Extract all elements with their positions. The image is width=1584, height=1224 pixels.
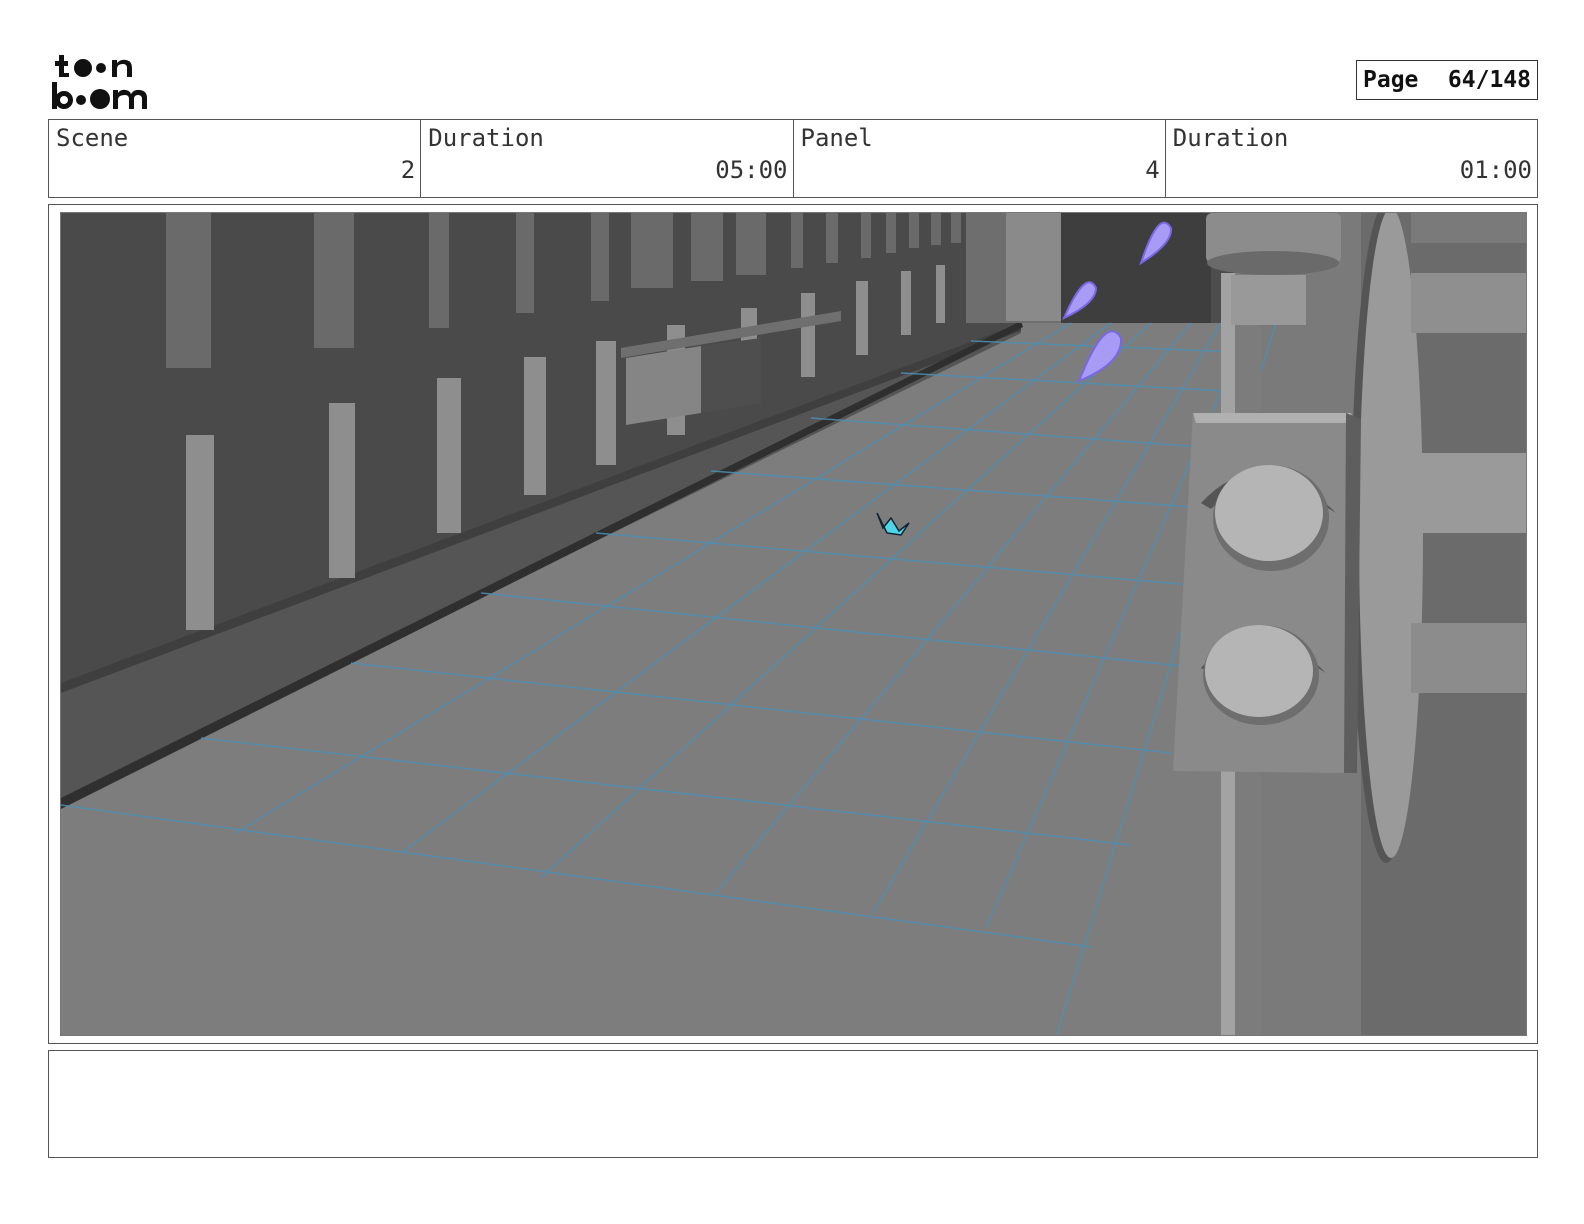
scene-value: 2 — [400, 156, 416, 184]
panel-cell: Panel 4 — [794, 120, 1166, 197]
scene-duration-label: Duration — [428, 124, 544, 152]
page-counter: Page 64/148 — [1356, 60, 1538, 100]
scene-duration-value: 05:00 — [715, 156, 788, 184]
panel-label: Panel — [800, 124, 873, 152]
scene-label: Scene — [56, 124, 129, 152]
toon-boom-logo — [52, 55, 147, 109]
scene-duration-cell: Duration 05:00 — [421, 120, 794, 197]
storyboard-3d-scene — [61, 213, 1526, 1035]
scene-cell: Scene 2 — [49, 120, 422, 197]
panel-notes-box — [48, 1050, 1538, 1158]
panel-artwork — [60, 212, 1527, 1036]
panel-value: 4 — [1145, 156, 1160, 184]
page-number: 64/148 — [1447, 67, 1531, 93]
panel-duration-cell: Duration 01:00 — [1166, 120, 1537, 197]
panel-duration-value: 01:00 — [1459, 156, 1532, 184]
panel-duration-label: Duration — [1172, 124, 1289, 152]
page-label: Page — [1363, 67, 1419, 93]
storyboard-header: Scene 2 Duration 05:00 Panel 4 Duration … — [48, 119, 1538, 198]
